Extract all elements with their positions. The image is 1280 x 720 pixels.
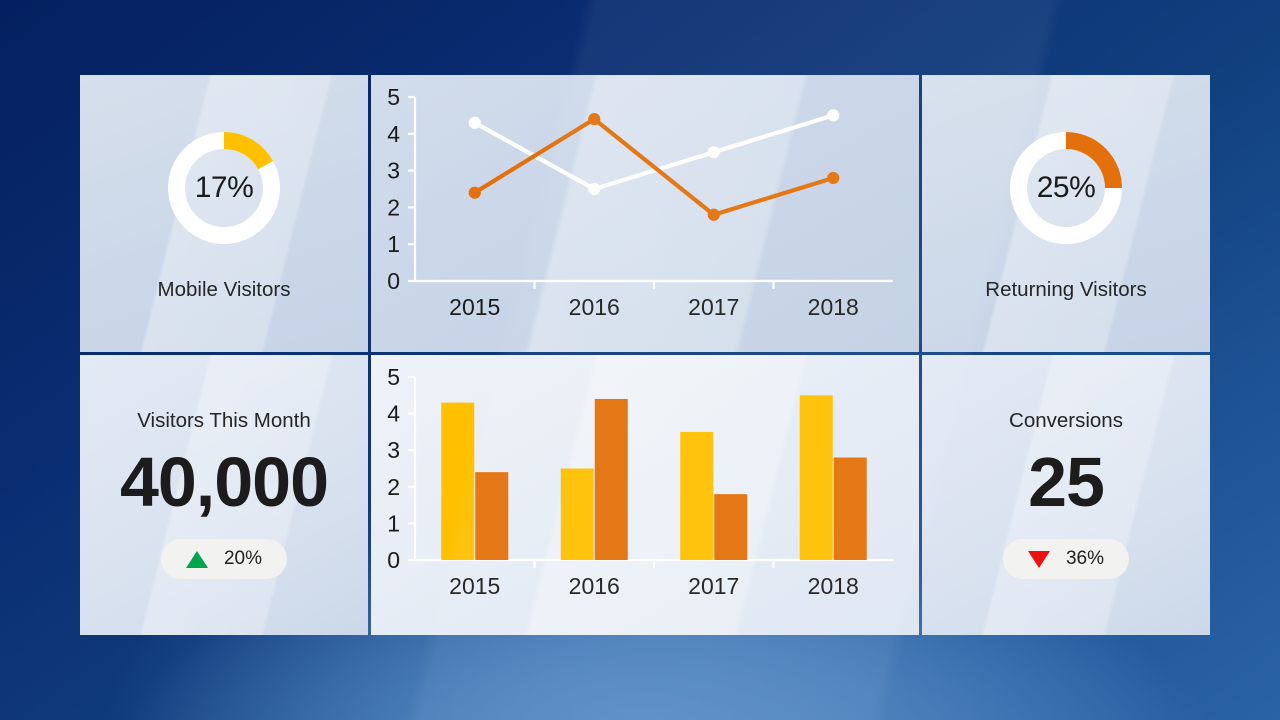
bar-series-1 [680, 431, 714, 560]
status-badge-visitors[interactable]: 20% [161, 539, 287, 579]
kpi-title-visitors: Visitors This Month [137, 409, 311, 432]
y-axis-tick-label: 3 [387, 158, 400, 184]
x-axis-tick-label: 2018 [808, 294, 859, 320]
line-data-point [827, 171, 840, 185]
dashboard-grid: 17% Mobile Visitors 0 1 2 3 4 5 2015 2016 2017 20… [80, 75, 1210, 635]
slide-canvas: 17% Mobile Visitors 0 1 2 3 4 5 2015 2016 2017 20… [0, 0, 1280, 720]
x-axis-tick-label: 2016 [569, 294, 620, 320]
line-data-point [707, 208, 720, 221]
line-data-point [468, 186, 481, 199]
y-axis-tick-label: 3 [387, 437, 400, 463]
bar-series-2 [475, 472, 509, 560]
kpi-delta-conversions: 36% [1065, 548, 1105, 569]
bar-series-2 [594, 398, 628, 560]
triangle-down-icon [1027, 550, 1050, 568]
card-caption-mobile: Mobile Visitors [157, 277, 291, 301]
status-badge-conversions[interactable]: 36% [1003, 539, 1129, 579]
bar-series-1 [560, 468, 594, 560]
donut-value-mobile: 17% [194, 170, 254, 204]
y-axis-tick-label: 2 [387, 474, 400, 500]
bar-series-2 [714, 494, 748, 560]
x-axis-tick-label: 2016 [569, 573, 620, 599]
line-data-point [588, 112, 601, 126]
x-axis-tick-label: 2018 [808, 573, 859, 599]
kpi-value-visitors: 40,000 [119, 443, 329, 521]
donut-returning-visitors: 25% [1010, 131, 1122, 244]
card-bar-chart[interactable]: 0 1 2 3 4 5 2015 2016 2017 2018 [371, 355, 919, 635]
y-axis-tick-label: 4 [387, 401, 400, 427]
x-axis-tick-label: 2015 [449, 573, 500, 599]
y-axis-tick-label: 0 [387, 268, 400, 294]
card-mobile-visitors[interactable]: 17% Mobile Visitors [80, 75, 368, 352]
x-axis-tick-label: 2015 [449, 294, 500, 320]
y-axis-tick-label: 2 [387, 194, 400, 220]
y-axis-tick-label: 4 [387, 121, 400, 147]
card-returning-visitors[interactable]: 25% Returning Visitors [922, 75, 1210, 352]
y-axis-tick-label: 5 [387, 364, 400, 390]
bar-series-1 [799, 395, 833, 560]
line-data-point [588, 182, 601, 196]
line-chart: 0 1 2 3 4 5 2015 2016 2017 2018 [387, 84, 893, 320]
y-axis-tick-label: 5 [387, 84, 400, 110]
kpi-title-conversions: Conversions [1009, 409, 1123, 432]
kpi-value-conversions: 25 [1028, 443, 1105, 521]
line-series-1 [472, 113, 836, 192]
triangle-up-icon [185, 550, 208, 568]
bar-series-1 [441, 402, 475, 560]
card-caption-returning: Returning Visitors [985, 277, 1147, 301]
y-axis-tick-label: 1 [387, 231, 400, 257]
card-visitors-this-month[interactable]: Visitors This Month 40,000 20% [80, 355, 368, 635]
line-data-point [468, 116, 481, 129]
donut-value-returning: 25% [1036, 170, 1096, 204]
y-axis-tick-label: 1 [387, 510, 400, 536]
bar-chart: 0 1 2 3 4 5 2015 2016 2017 2018 [387, 364, 893, 599]
donut-mobile-visitors: 17% [168, 131, 280, 244]
card-line-chart[interactable]: 0 1 2 3 4 5 2015 2016 2017 2018 [371, 75, 919, 352]
y-axis-tick-label: 0 [387, 547, 400, 573]
x-axis-tick-label: 2017 [688, 294, 739, 320]
x-axis-tick-label: 2017 [688, 573, 739, 599]
line-data-point [827, 109, 840, 122]
bar-series-2 [833, 457, 867, 560]
line-data-point [707, 146, 720, 159]
kpi-delta-visitors: 20% [223, 548, 263, 569]
card-conversions[interactable]: Conversions 25 36% [922, 355, 1210, 635]
